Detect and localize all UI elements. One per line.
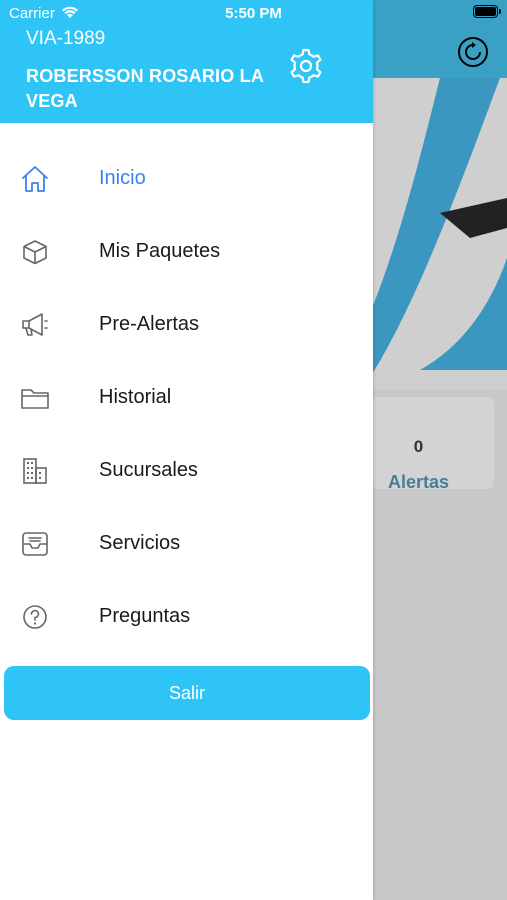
- menu-item-historial[interactable]: Historial: [0, 361, 373, 434]
- inbox-icon: [22, 532, 48, 556]
- gear-icon[interactable]: [287, 47, 325, 85]
- menu-item-sucursales[interactable]: Sucursales: [0, 434, 373, 507]
- side-drawer: VIA-1989 ROBERSSON ROSARIO LA VEGA Inici…: [0, 0, 373, 900]
- menu-label-servicios: Servicios: [99, 532, 181, 554]
- home-icon: [22, 166, 48, 192]
- status-bar: Carrier 5:50 PM: [0, 0, 507, 28]
- menu-label-mis-paquetes: Mis Paquetes: [99, 240, 221, 262]
- menu-item-pre-alertas[interactable]: Pre-Alertas: [0, 288, 373, 361]
- alerts-label: Alertas: [387, 472, 450, 492]
- clock: 5:50 PM: [225, 5, 282, 22]
- package-icon: [23, 240, 47, 265]
- menu-label-historial: Historial: [99, 386, 172, 408]
- menu-item-servicios[interactable]: Servicios: [0, 507, 373, 580]
- user-code: VIA-1989: [26, 28, 106, 49]
- folder-icon: [21, 389, 49, 409]
- menu-item-preguntas[interactable]: Preguntas: [0, 580, 373, 653]
- refresh-icon[interactable]: [457, 36, 489, 68]
- menu-label-sucursales: Sucursales: [99, 459, 198, 481]
- user-name: ROBERSSON ROSARIO LA VEGA: [26, 66, 264, 111]
- megaphone-icon: [22, 313, 48, 336]
- alerts-count: 0: [413, 437, 424, 456]
- menu-item-mis-paquetes[interactable]: Mis Paquetes: [0, 215, 373, 288]
- menu-label-preguntas: Preguntas: [99, 605, 191, 627]
- battery-icon: [473, 5, 501, 18]
- menu-label-inicio: Inicio: [99, 167, 146, 189]
- menu-item-inicio[interactable]: Inicio: [0, 142, 373, 215]
- question-icon: [23, 605, 47, 629]
- logout-button[interactable]: Salir: [4, 666, 370, 720]
- building-icon: [23, 458, 47, 484]
- menu-label-pre-alertas: Pre-Alertas: [99, 313, 200, 335]
